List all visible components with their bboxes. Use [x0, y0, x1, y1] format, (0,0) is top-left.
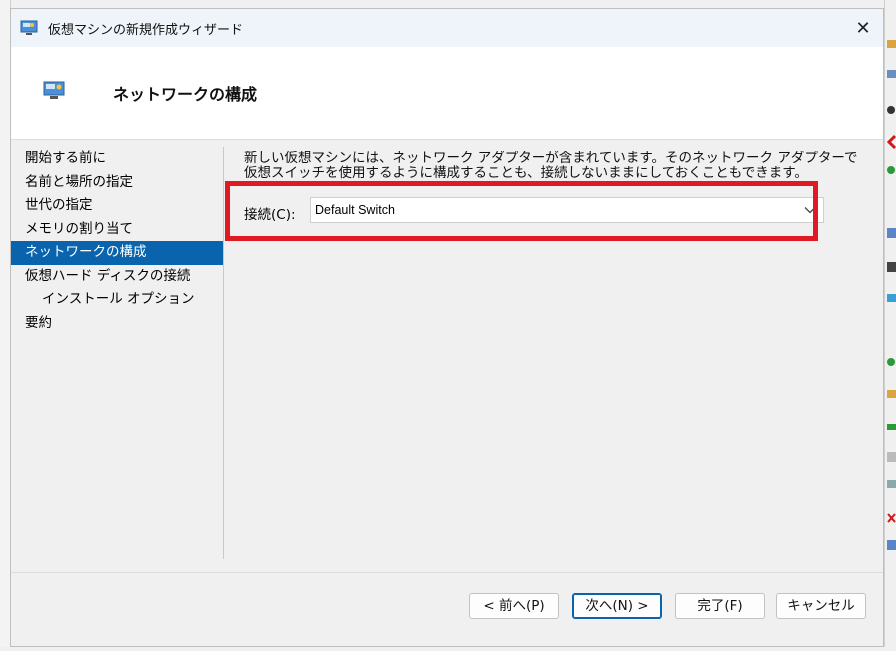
- step-summary[interactable]: 要約: [11, 312, 223, 336]
- background-toolbar-right: [884, 0, 896, 647]
- step-installation-options[interactable]: インストール オプション: [11, 288, 223, 312]
- header-divider: [11, 139, 883, 140]
- footer-divider: [11, 572, 883, 573]
- step-before-you-begin[interactable]: 開始する前に: [11, 147, 223, 171]
- network-description: 新しい仮想マシンには、ネットワーク アダプターが含まれています。そのネットワーク…: [244, 151, 858, 181]
- page-header: ネットワークの構成: [11, 47, 883, 139]
- next-button[interactable]: 次へ(N) >: [572, 593, 662, 619]
- background-toolbar-icons: [886, 40, 896, 550]
- close-icon: ✕: [855, 17, 871, 39]
- step-networking[interactable]: ネットワークの構成: [11, 241, 223, 265]
- step-generation[interactable]: 世代の指定: [11, 194, 223, 218]
- page-title: ネットワークの構成: [113, 85, 258, 104]
- close-button[interactable]: ✕: [843, 9, 883, 47]
- red-highlight-box: [225, 181, 818, 241]
- cancel-button[interactable]: キャンセル: [776, 593, 866, 619]
- finish-button[interactable]: 完了(F): [675, 593, 765, 619]
- wizard-step-list: 開始する前に 名前と場所の指定 世代の指定 メモリの割り当て ネットワークの構成…: [11, 147, 223, 335]
- step-virtual-hard-disk[interactable]: 仮想ハード ディスクの接続: [11, 265, 223, 289]
- step-memory[interactable]: メモリの割り当て: [11, 218, 223, 242]
- new-vm-wizard-dialog: 仮想マシンの新規作成ウィザード ✕ ネットワークの構成 開始する前に 名前と場所…: [10, 8, 884, 647]
- window-title: 仮想マシンの新規作成ウィザード: [48, 23, 244, 38]
- previous-button[interactable]: < 前へ(P): [469, 593, 559, 619]
- step-name-and-location[interactable]: 名前と場所の指定: [11, 171, 223, 195]
- nav-divider: [223, 147, 224, 559]
- virtual-machine-icon: [43, 81, 65, 99]
- title-bar: 仮想マシンの新規作成ウィザード ✕: [11, 9, 883, 47]
- virtual-machine-icon: [20, 20, 38, 35]
